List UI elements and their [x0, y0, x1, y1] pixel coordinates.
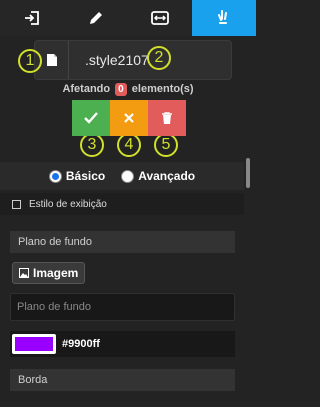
- pencil-icon: [90, 12, 102, 24]
- affecting-count-badge: 0: [115, 83, 127, 96]
- color-picker-row[interactable]: #9900ff: [10, 331, 235, 357]
- color-value: #9900ff: [62, 338, 100, 350]
- image-button-label: Imagem: [33, 266, 79, 280]
- marker-1: 1: [18, 49, 42, 73]
- affecting-text: Afetando 0 elemento(s): [0, 83, 256, 96]
- cancel-button[interactable]: [110, 100, 148, 136]
- toolbar-edit-button[interactable]: [64, 0, 128, 36]
- image-button[interactable]: Imagem: [12, 262, 86, 284]
- confirm-button[interactable]: [72, 100, 110, 136]
- display-style-checkbox[interactable]: [12, 199, 21, 209]
- border-section-header[interactable]: Borda: [10, 369, 235, 391]
- display-style-row[interactable]: Estilo de exibição: [0, 193, 244, 215]
- resize-horizontal-icon: [151, 11, 169, 25]
- display-style-label: Estilo de exibição: [29, 198, 107, 210]
- check-icon: [84, 112, 98, 124]
- mode-basic-radio[interactable]: Básico: [48, 169, 106, 183]
- hand-pointer-icon: [218, 10, 227, 24]
- image-icon: [19, 268, 29, 278]
- action-buttons: [72, 100, 186, 136]
- affecting-suffix: elemento(s): [131, 83, 194, 95]
- toolbar-select-button[interactable]: [192, 0, 256, 36]
- mode-advanced-label: Avançado: [138, 169, 196, 183]
- toolbar: [0, 0, 256, 36]
- affecting-prefix: Afetando: [62, 83, 111, 95]
- mode-basic-label: Básico: [65, 169, 106, 183]
- marker-2: 2: [147, 46, 171, 70]
- marker-4: 4: [117, 133, 141, 157]
- color-swatch[interactable]: [12, 334, 56, 354]
- radio-dot-selected: [48, 169, 62, 183]
- toolbar-enter-button[interactable]: [0, 0, 64, 36]
- scrollbar[interactable]: [246, 158, 250, 188]
- mode-selector: Básico Avançado: [0, 162, 244, 190]
- mode-advanced-radio[interactable]: Avançado: [121, 169, 195, 183]
- selector-class-name: .style2107: [85, 52, 149, 68]
- trash-icon: [162, 112, 172, 124]
- style-selector[interactable]: .style2107: [34, 40, 232, 80]
- close-icon: [124, 113, 134, 123]
- toolbar-resize-button[interactable]: [128, 0, 192, 36]
- background-section-header[interactable]: Plano de fundo: [10, 231, 235, 253]
- delete-button[interactable]: [148, 100, 186, 136]
- radio-dot: [121, 169, 135, 183]
- marker-5: 5: [154, 133, 178, 157]
- background-input[interactable]: [10, 293, 235, 321]
- marker-3: 3: [80, 133, 104, 157]
- enter-icon: [25, 11, 39, 25]
